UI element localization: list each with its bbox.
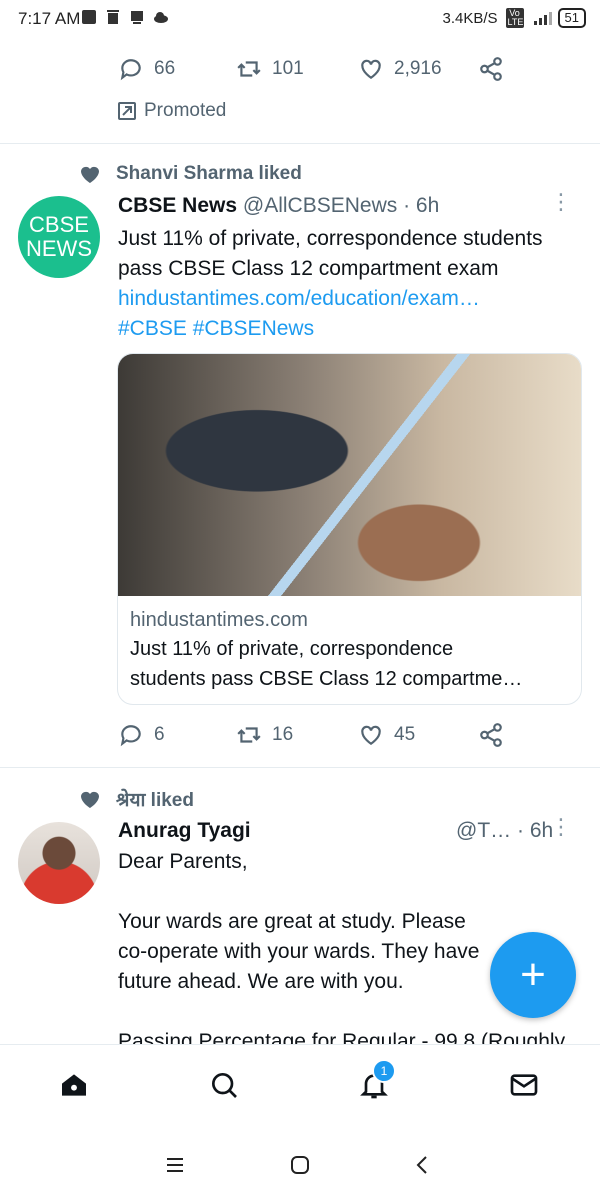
liked-by-text: श्रेया liked (116, 790, 194, 811)
nav-home[interactable] (54, 1065, 94, 1105)
tweet-text-line: pass CBSE Class 12 compartment exam (118, 257, 499, 280)
system-navigation-bar (0, 1128, 600, 1200)
social-context[interactable]: श्रेया liked (78, 786, 194, 812)
mail-icon (510, 1074, 538, 1096)
reply-count: 6 (154, 724, 165, 745)
status-left-icons (80, 8, 170, 26)
retweet-icon (237, 727, 261, 743)
compose-tweet-button[interactable]: + (490, 932, 576, 1018)
tweet-link[interactable]: hindustantimes.com/education/exam… (118, 284, 588, 314)
more-options-icon[interactable]: ⋮ (550, 816, 572, 838)
status-time: 7:17 AM (18, 9, 81, 28)
tweet-time: · 6h (403, 194, 440, 217)
tweet1-actions: 6 16 45 (118, 722, 518, 752)
tweet-time: · 6h (517, 819, 554, 842)
retweet-button[interactable]: 101 (236, 56, 304, 82)
author-name[interactable]: CBSE News (118, 194, 237, 217)
retweet-count: 16 (272, 724, 294, 745)
share-icon (480, 57, 502, 81)
heart-filled-icon (81, 166, 99, 183)
tweet-text-line: Just 11% of private, correspondence stud… (118, 227, 543, 250)
nav-messages[interactable] (504, 1065, 544, 1105)
inbox-icon (128, 8, 146, 26)
app-notification-icon (80, 8, 98, 26)
like-button[interactable]: 2,916 (358, 56, 442, 82)
notification-badge: 1 (372, 1059, 396, 1083)
reply-icon (120, 725, 141, 747)
author-handle[interactable]: @T… (456, 819, 511, 842)
share-icon (480, 723, 502, 747)
card-image (118, 354, 581, 596)
social-context[interactable]: Shanvi Sharma liked (78, 162, 302, 186)
heart-icon (361, 59, 381, 79)
promoted-text: Promoted (144, 100, 227, 121)
reply-button[interactable]: 6 (118, 722, 165, 748)
network-speed: 3.4KB/S (442, 9, 498, 27)
tweet-header: CBSE News @AllCBSENews · 6h (118, 194, 439, 218)
like-count: 2,916 (394, 58, 442, 79)
heart-icon (361, 725, 381, 745)
heart-filled-icon (81, 791, 99, 808)
retweet-count: 101 (272, 58, 304, 79)
more-options-icon[interactable]: ⋮ (550, 191, 572, 213)
like-button[interactable]: 45 (358, 722, 415, 748)
chevron-left-icon (416, 1156, 427, 1174)
divider (0, 767, 600, 768)
battery-icon: 51 (557, 8, 586, 28)
share-button[interactable] (478, 722, 504, 748)
avatar-text-bottom: NEWS (26, 236, 92, 261)
avatar-text-top: CBSE (29, 212, 89, 237)
liked-by-text: Shanvi Sharma liked (116, 163, 302, 184)
share-button[interactable] (478, 56, 504, 82)
menu-icon (167, 1158, 183, 1172)
tweet-body: Just 11% of private, correspondence stud… (118, 224, 588, 344)
home-icon (62, 1074, 86, 1096)
link-card[interactable]: hindustantimes.com Just 11% of private, … (117, 353, 582, 705)
tweet-hashtags[interactable]: #CBSE #CBSENews (118, 314, 588, 344)
promoted-label: Promoted (118, 100, 226, 122)
author-handle[interactable]: @AllCBSENews (243, 194, 397, 217)
recent-apps-button[interactable] (160, 1150, 190, 1180)
volte-icon: Vo LTE (505, 8, 524, 28)
home-button[interactable] (285, 1150, 315, 1180)
reply-icon (120, 59, 141, 81)
card-body: hindustantimes.com Just 11% of private, … (118, 596, 581, 704)
square-icon (291, 1156, 309, 1174)
card-domain: hindustantimes.com (130, 609, 308, 631)
status-right: 3.4KB/S Vo LTE 51 (442, 8, 586, 28)
tweet-header: Anurag Tyagi (118, 819, 251, 843)
card-title-line: students pass CBSE Class 12 compartme… (130, 668, 523, 690)
top-tweet-actions: 66 101 2,916 (118, 56, 518, 86)
avatar[interactable]: CBSE NEWS (18, 196, 100, 278)
promoted-icon (118, 102, 136, 120)
divider (0, 143, 600, 144)
tweet-text-line: Your wards are great at study. Please (118, 910, 466, 933)
avatar[interactable] (18, 822, 100, 904)
status-bar: 7:17 AM 3.4KB/S Vo LTE 51 (0, 0, 600, 36)
search-icon (212, 1073, 237, 1098)
tweet-text-line: Dear Parents, (118, 850, 248, 873)
card-title-line: Just 11% of private, correspondence (130, 638, 454, 660)
reply-button[interactable]: 66 (118, 56, 175, 82)
plus-icon: + (520, 950, 546, 999)
cloud-icon (152, 8, 170, 26)
nav-notifications[interactable]: 1 (354, 1059, 396, 1105)
back-button[interactable] (408, 1150, 438, 1180)
author-name[interactable]: Anurag Tyagi (118, 819, 251, 842)
retweet-icon (237, 61, 261, 77)
like-count: 45 (394, 724, 416, 745)
bottom-nav: 1 (0, 1044, 600, 1129)
trash-icon (104, 8, 122, 26)
nav-search[interactable] (204, 1065, 244, 1105)
reply-count: 66 (154, 58, 176, 79)
signal-icon (532, 9, 552, 27)
retweet-button[interactable]: 16 (236, 722, 293, 748)
tweet-header-meta: @T… · 6h (456, 819, 553, 843)
